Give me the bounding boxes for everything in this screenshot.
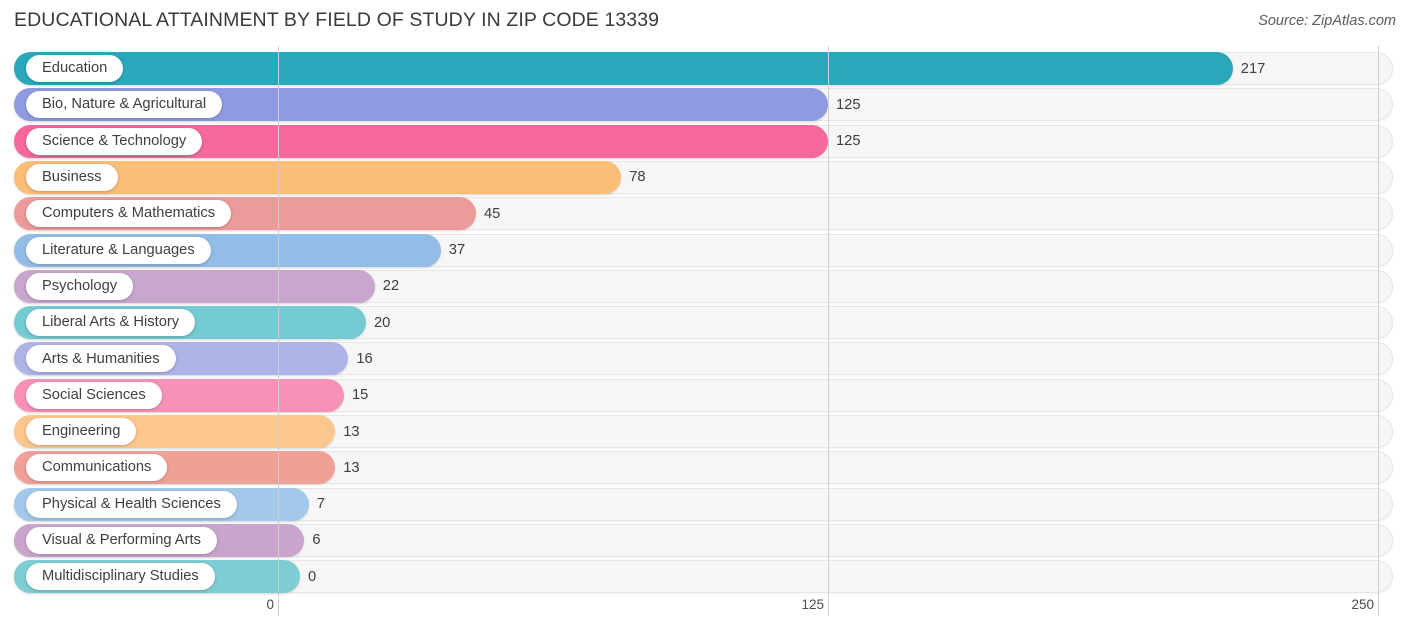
category-label-pill: Psychology <box>26 272 134 300</box>
bar-value-label: 7 <box>316 496 325 513</box>
category-label-pill: Arts & Humanities <box>26 345 176 373</box>
category-label-pill: Engineering <box>26 418 137 445</box>
category-label-pill: Business <box>26 163 118 191</box>
x-tick-label: 0 <box>266 597 274 612</box>
category-label-pill: Visual & Performing Arts <box>26 526 217 554</box>
x-tick-label: 250 <box>1351 597 1374 612</box>
category-label-pill: Physical & Health Sciences <box>26 490 237 518</box>
category-label: Business <box>42 169 102 186</box>
bar-row[interactable]: Multidisciplinary Studies 0 <box>0 560 1406 594</box>
bar-value-label: 125 <box>836 96 861 113</box>
category-label: Social Sciences <box>42 386 146 403</box>
bar-row[interactable]: Communications 13 <box>0 451 1406 485</box>
category-label-pill: Bio, Nature & Agricultural <box>26 91 223 119</box>
bar-row[interactable]: Liberal Arts & History 20 <box>0 306 1406 340</box>
category-label: Bio, Nature & Agricultural <box>42 96 207 113</box>
category-label: Computers & Mathematics <box>42 205 216 222</box>
bar-row[interactable]: Education 217 <box>0 52 1406 85</box>
category-label: Education <box>42 60 108 77</box>
category-label: Multidisciplinary Studies <box>42 568 199 585</box>
bar-value-label: 125 <box>836 133 861 150</box>
bar-row[interactable]: Psychology 22 <box>0 269 1406 303</box>
bar-value-label: 13 <box>343 459 360 476</box>
x-tick-mark <box>828 592 829 616</box>
page-title: EDUCATIONAL ATTAINMENT BY FIELD OF STUDY… <box>14 9 660 31</box>
bar-row[interactable]: Physical & Health Sciences 7 <box>0 487 1406 521</box>
x-axis: 0 125 250 <box>0 592 1406 631</box>
category-label-pill: Social Sciences <box>26 381 162 409</box>
category-label: Physical & Health Sciences <box>42 495 221 512</box>
bar-value-label: 6 <box>312 532 321 549</box>
category-label: Visual & Performing Arts <box>42 532 201 549</box>
bar-row[interactable]: Engineering 13 <box>0 415 1406 448</box>
category-label-pill: Education <box>26 55 124 82</box>
x-tick-label: 125 <box>801 597 824 612</box>
chart-header: EDUCATIONAL ATTAINMENT BY FIELD OF STUDY… <box>0 0 1406 44</box>
bar-value-label: 15 <box>352 387 369 404</box>
category-label: Communications <box>42 459 152 476</box>
category-label: Liberal Arts & History <box>42 314 180 331</box>
bar-value-label: 0 <box>308 568 317 585</box>
x-tick-mark <box>278 592 279 616</box>
category-label-pill: Computers & Mathematics <box>26 200 232 228</box>
category-label: Engineering <box>42 423 121 440</box>
category-label-pill: Science & Technology <box>26 127 203 155</box>
bar-row[interactable]: Computers & Mathematics 45 <box>0 197 1406 231</box>
source-attribution: Source: ZipAtlas.com <box>1258 13 1396 29</box>
bar-value-label: 45 <box>484 205 501 222</box>
bar-value-label: 13 <box>343 423 360 440</box>
category-label: Psychology <box>42 277 118 294</box>
category-label: Arts & Humanities <box>42 350 160 367</box>
category-label-pill: Communications <box>26 454 168 482</box>
category-label: Science & Technology <box>42 132 187 149</box>
bar-row[interactable]: Bio, Nature & Agricultural 125 <box>0 88 1406 122</box>
x-tick-mark <box>1378 592 1379 616</box>
bar-value-label: 16 <box>356 350 373 367</box>
bar-value-label: 217 <box>1240 60 1266 77</box>
bar-value-label: 78 <box>629 169 646 186</box>
bar-row[interactable]: Arts & Humanities 16 <box>0 342 1406 376</box>
bar-row[interactable]: Business 78 <box>0 160 1406 194</box>
plot-area: Education 217 Bio, Nature & Agricultural 12… <box>0 46 1406 594</box>
chart-page: EDUCATIONAL ATTAINMENT BY FIELD OF STUDY… <box>0 0 1406 631</box>
bar-row[interactable]: Visual & Performing Arts 6 <box>0 523 1406 557</box>
category-label-pill: Literature & Languages <box>26 236 211 264</box>
category-label: Literature & Languages <box>42 241 195 258</box>
bar-value-label: 22 <box>382 278 400 295</box>
bar-row[interactable]: Social Sciences 15 <box>0 378 1406 412</box>
bar-row[interactable]: Science & Technology 125 <box>0 124 1406 158</box>
bar-row[interactable]: Literature & Languages 37 <box>0 233 1406 267</box>
bar[interactable] <box>14 52 1233 85</box>
category-label-pill: Liberal Arts & History <box>26 309 196 337</box>
bar-value-label: 20 <box>374 314 391 331</box>
bar-value-label: 37 <box>448 242 466 258</box>
category-label-pill: Multidisciplinary Studies <box>26 563 215 591</box>
